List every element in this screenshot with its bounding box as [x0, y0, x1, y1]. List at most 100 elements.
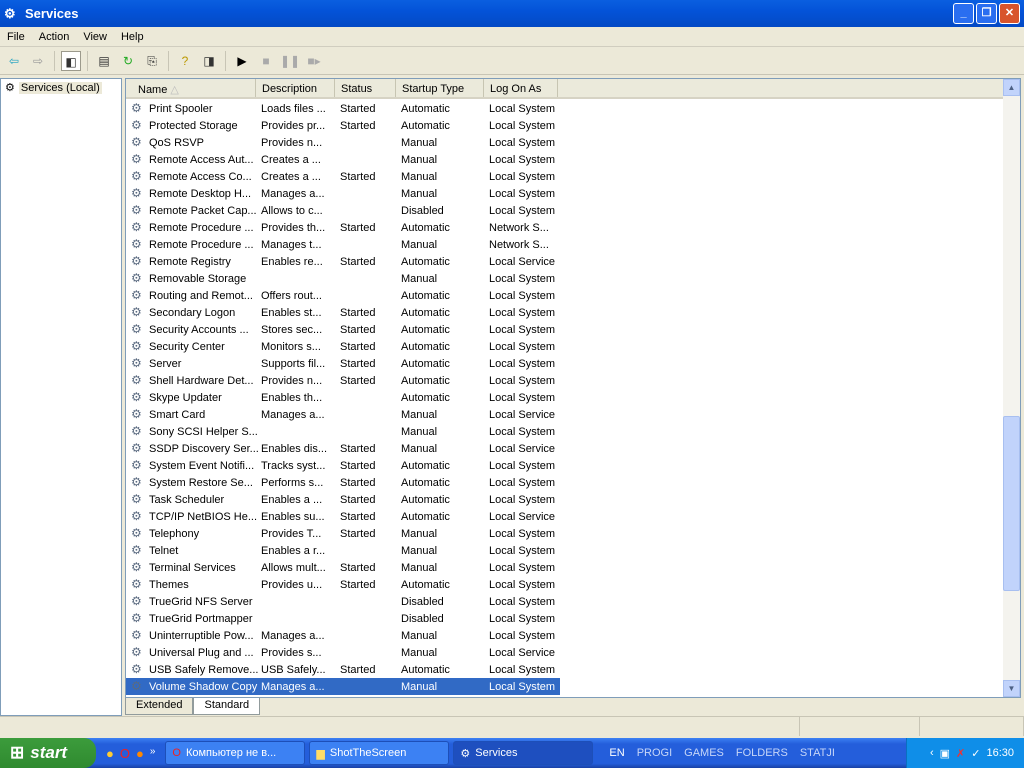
table-row[interactable]: ⚙ Sony SCSI Helper S... Manual Local System [126, 423, 560, 440]
stop-service-icon[interactable]: ■ [256, 51, 276, 71]
table-row[interactable]: ⚙ Telephony Provides T... Started Manual Loca… [126, 525, 560, 542]
table-row[interactable]: ⚙ Remote Procedure ... Manages t... Manual N… [126, 236, 560, 253]
column-name[interactable]: Name △ [126, 79, 256, 97]
service-gear-icon: ⚙ [131, 628, 142, 642]
menu-file[interactable]: File [0, 31, 32, 43]
table-row[interactable]: ⚙ Print Spooler Loads files ... Started Auto… [126, 100, 560, 117]
tree-item-services-local[interactable]: ⚙ Services (Local) [1, 79, 121, 96]
table-row[interactable]: ⚙ Terminal Services Allows mult... Started M… [126, 559, 560, 576]
column-status[interactable]: Status [335, 79, 396, 97]
export-list-icon[interactable]: ⎘ [142, 51, 162, 71]
table-row[interactable]: ⚙ Volume Shadow Copy Manages a... Manual Loc… [126, 678, 560, 695]
task-opera[interactable]: O Компьютер не в... [165, 741, 306, 765]
vertical-scrollbar[interactable]: ▲ ▼ [1003, 79, 1020, 697]
chrome-icon[interactable]: ● [106, 746, 114, 761]
table-row[interactable]: ⚙ Telnet Enables a r... Manual Local System [126, 542, 560, 559]
cell-startup-type: Automatic [401, 374, 450, 387]
scroll-thumb[interactable] [1003, 416, 1020, 591]
cell-status: Started [340, 476, 376, 489]
table-row[interactable]: ⚙ TrueGrid Portmapper Disabled Local System [126, 610, 560, 627]
cell-log-on-as: Local System [489, 527, 556, 540]
table-row[interactable]: ⚙ Remote Procedure ... Provides th... Start… [126, 219, 560, 236]
cell-startup-type: Automatic [401, 119, 450, 132]
toolbar-games[interactable]: GAMES [684, 747, 724, 759]
table-row[interactable]: ⚙ Uninterruptible Pow... Manages a... Manua… [126, 627, 560, 644]
cell-description: Provides u... [261, 578, 323, 591]
toolbar-progi[interactable]: PROGI [637, 747, 672, 759]
cell-description: Supports fil... [261, 357, 326, 370]
close-button[interactable]: ✕ [999, 3, 1020, 24]
show-hidden-icons-icon[interactable]: ‹ [930, 747, 934, 759]
task-services[interactable]: ⚙ Services [453, 741, 594, 765]
cell-startup-type: Disabled [401, 204, 444, 217]
cell-log-on-as: Local System [489, 306, 556, 319]
table-row[interactable]: ⚙ Routing and Remot... Offers rout... Autom… [126, 287, 560, 304]
language-indicator[interactable]: EN [609, 747, 624, 759]
toolbar-statji[interactable]: STATJI [800, 747, 835, 759]
show-hide-tree-icon[interactable]: ◧ [61, 51, 81, 71]
cell-status: Started [340, 578, 376, 591]
network-icon[interactable]: ▣ [940, 747, 950, 760]
table-row[interactable]: ⚙ Task Scheduler Enables a ... Started Autom… [126, 491, 560, 508]
table-row[interactable]: ⚙ TrueGrid NFS Server Disabled Local System [126, 593, 560, 610]
table-row[interactable]: ⚙ Protected Storage Provides pr... Started A… [126, 117, 560, 134]
menu-action[interactable]: Action [32, 31, 77, 43]
table-row[interactable]: ⚙ Removable Storage Manual Local System [126, 270, 560, 287]
task-shotthescreen[interactable]: ▆ ShotTheScreen [309, 741, 450, 765]
table-row[interactable]: ⚙ QoS RSVP Provides n... Manual Local System [126, 134, 560, 151]
cell-name: TCP/IP NetBIOS He... [149, 510, 257, 523]
column-description[interactable]: Description [256, 79, 335, 97]
table-row[interactable]: ⚙ Secondary Logon Enables st... Started Auto… [126, 304, 560, 321]
antivirus-icon[interactable]: ✗ [956, 747, 965, 760]
table-row[interactable]: ⚙ SSDP Discovery Ser... Enables dis... Star… [126, 440, 560, 457]
properties-icon[interactable]: ▤ [94, 51, 114, 71]
cell-startup-type: Automatic [401, 289, 450, 302]
help-icon[interactable]: ? [175, 51, 195, 71]
table-row[interactable]: ⚙ Remote Registry Enables re... Started Auto… [126, 253, 560, 270]
table-row[interactable]: ⚙ Shell Hardware Det... Provides n... Start… [126, 372, 560, 389]
tab-extended[interactable]: Extended [125, 698, 194, 715]
firefox-icon[interactable]: ● [136, 746, 144, 761]
menu-help[interactable]: Help [114, 31, 151, 43]
restore-button[interactable]: ❐ [976, 3, 997, 24]
cell-startup-type: Manual [401, 561, 438, 574]
gear-icon: ⚙ [460, 747, 471, 760]
menu-view[interactable]: View [76, 31, 114, 43]
table-row[interactable]: ⚙ Security Center Monitors s... Started Auto… [126, 338, 560, 355]
table-row[interactable]: ⚙ Remote Access Aut... Creates a ... Manual… [126, 151, 560, 168]
cell-log-on-as: Local System [489, 629, 556, 642]
opera-icon[interactable]: O [120, 746, 130, 761]
scroll-up-button[interactable]: ▲ [1003, 79, 1020, 96]
column-log-on-as[interactable]: Log On As [484, 79, 558, 97]
back-icon[interactable]: ⇦ [4, 51, 24, 71]
service-gear-icon: ⚙ [131, 237, 142, 251]
table-row[interactable]: ⚙ Smart Card Manages a... Manual Local Servi… [126, 406, 560, 423]
table-row[interactable]: ⚙ System Restore Se... Performs s... Starte… [126, 474, 560, 491]
table-row[interactable]: ⚙ Remote Packet Cap... Allows to c... Disab… [126, 202, 560, 219]
table-row[interactable]: ⚙ Remote Access Co... Creates a ... Started… [126, 168, 560, 185]
table-row[interactable]: ⚙ Server Supports fil... Started Automatic Lo… [126, 355, 560, 372]
pause-service-icon[interactable]: ❚❚ [280, 51, 300, 71]
table-row[interactable]: ⚙ Skype Updater Enables th... Automatic Loca… [126, 389, 560, 406]
cell-description: Provides n... [261, 136, 323, 149]
start-service-icon[interactable]: ▶ [232, 51, 252, 71]
table-row[interactable]: ⚙ Security Accounts ... Stores sec... Start… [126, 321, 560, 338]
cell-startup-type: Manual [401, 272, 438, 285]
tab-standard[interactable]: Standard [193, 698, 261, 715]
table-row[interactable]: ⚙ Universal Plug and ... Provides s... Manu… [126, 644, 560, 661]
table-row[interactable]: ⚙ TCP/IP NetBIOS He... Enables su... Starte… [126, 508, 560, 525]
show-action-pane-icon[interactable]: ◨ [199, 51, 219, 71]
scroll-down-button[interactable]: ▼ [1003, 680, 1020, 697]
table-row[interactable]: ⚙ USB Safely Remove... USB Safely... Starte… [126, 661, 560, 678]
toolbar-folders[interactable]: FOLDERS [736, 747, 788, 759]
start-button[interactable]: ⊞ start [0, 738, 96, 768]
table-row[interactable]: ⚙ Themes Provides u... Started Automatic Loca… [126, 576, 560, 593]
table-row[interactable]: ⚙ System Event Notifi... Tracks syst... Sta… [126, 457, 560, 474]
safely-remove-icon[interactable]: ✓ [971, 747, 980, 760]
table-row[interactable]: ⚙ Remote Desktop H... Manages a... Manual Lo… [126, 185, 560, 202]
restart-service-icon[interactable]: ■▸ [304, 51, 324, 71]
minimize-button[interactable]: _ [953, 3, 974, 24]
refresh-icon[interactable]: ↻ [118, 51, 138, 71]
forward-icon[interactable]: ⇨ [28, 51, 48, 71]
column-startup-type[interactable]: Startup Type [396, 79, 484, 97]
